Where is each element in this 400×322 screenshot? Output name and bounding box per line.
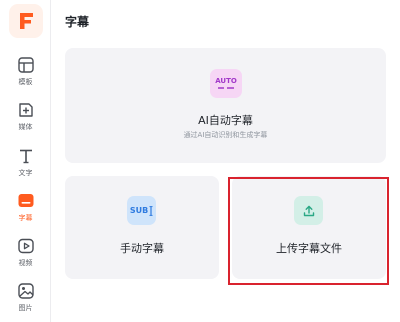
logo-f-icon <box>20 13 33 29</box>
sidebar-item-label: 字幕 <box>18 214 33 222</box>
sidebar-item-label: 媒体 <box>18 123 33 131</box>
upload-icon <box>294 196 323 225</box>
video-icon <box>17 238 34 254</box>
sidebar-item-label: 图片 <box>18 304 33 312</box>
manual-subtitle-card[interactable]: SUB 手动字幕 <box>65 176 219 279</box>
image-icon <box>17 283 34 299</box>
upload-arrow-icon <box>303 205 314 216</box>
card-title: 上传字幕文件 <box>276 242 342 255</box>
template-icon <box>17 57 34 73</box>
card-title: 手动字幕 <box>120 242 164 255</box>
sidebar: 模板 媒体 文字 字幕 视频 图片 <box>0 0 51 322</box>
sidebar-item-text[interactable]: 文字 <box>0 147 51 187</box>
sidebar-item-label: 模板 <box>18 78 33 86</box>
sidebar-item-label: 视频 <box>18 259 33 267</box>
auto-subtitle-icon: AUTO <box>210 69 242 98</box>
sidebar-item-label: 文字 <box>18 169 33 177</box>
card-subtitle: 通过AI自动识别和生成字幕 <box>183 131 268 139</box>
sidebar-item-media[interactable]: 媒体 <box>0 101 51 141</box>
manual-subtitle-icon: SUB <box>127 196 156 225</box>
panel-title: 字幕 <box>65 15 90 29</box>
card-title: AI自动字幕 <box>198 114 253 127</box>
auto-underline-icon <box>218 87 234 89</box>
text-icon <box>19 149 32 164</box>
media-icon <box>18 103 33 117</box>
sub-badge-text: SUB <box>129 205 149 215</box>
sidebar-item-templates[interactable]: 模板 <box>0 56 51 96</box>
sidebar-item-subtitles[interactable]: 字幕 <box>0 192 51 232</box>
subtitle-icon <box>18 194 33 207</box>
auto-badge-text: AUTO <box>215 77 237 85</box>
text-cursor-icon <box>149 205 153 216</box>
ai-auto-subtitle-card[interactable]: AUTO AI自动字幕 通过AI自动识别和生成字幕 <box>65 48 386 163</box>
upload-subtitle-file-card[interactable]: 上传字幕文件 <box>232 176 386 279</box>
sidebar-item-images[interactable]: 图片 <box>0 282 51 322</box>
sidebar-item-video[interactable]: 视频 <box>0 237 51 277</box>
app-logo[interactable] <box>9 4 43 38</box>
